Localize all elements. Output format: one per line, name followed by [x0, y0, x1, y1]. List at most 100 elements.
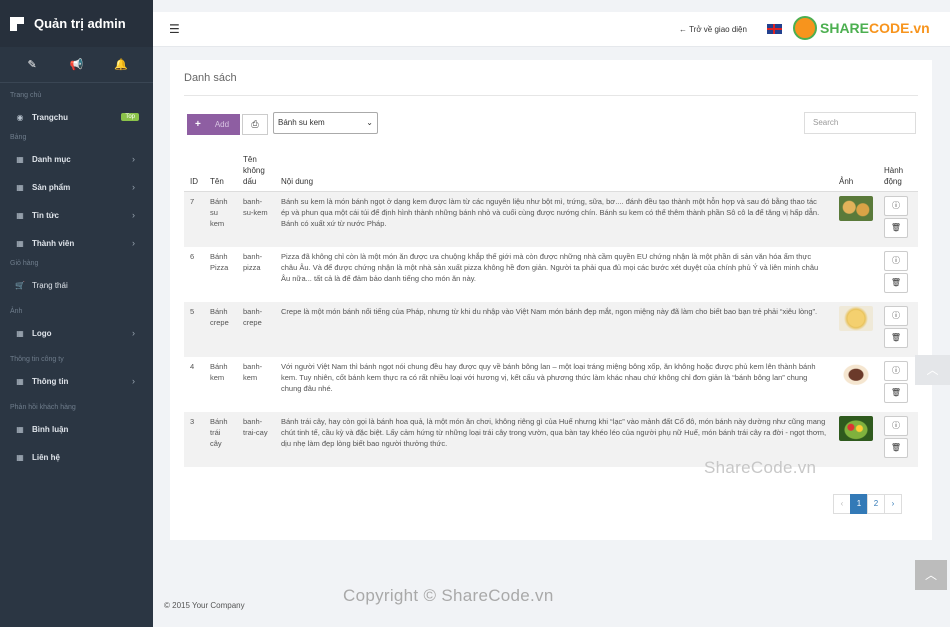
cell-actions: ⓘ 🗑 — [878, 247, 918, 302]
brand[interactable]: Quản trị admin — [0, 0, 153, 47]
col-id[interactable]: ID — [184, 152, 204, 192]
bell-icon[interactable]: 🔔 — [111, 58, 131, 71]
crepe-image — [839, 305, 873, 331]
section-company: Thông tin công ty — [10, 356, 64, 363]
cream-puff-image — [839, 196, 873, 221]
cell-image — [833, 411, 878, 467]
scroll-top-button[interactable]: ︿ — [915, 560, 947, 590]
cell-actions: ⓘ 🗑 — [878, 191, 918, 247]
add-button[interactable]: + Add — [187, 114, 240, 135]
cell-id: 5 — [184, 301, 204, 357]
sidebar-item-label: Trạng thái — [32, 280, 68, 290]
section-tables: Bảng — [10, 134, 27, 141]
cell-slug: banh-kem — [243, 361, 263, 382]
sidebar-item-contact[interactable]: ▦ Liên hệ — [0, 443, 153, 471]
sidebar-item-label: Thành viên — [32, 238, 75, 248]
chevron-right-icon: › — [132, 154, 135, 164]
sidebar-item-label: Logo — [32, 328, 52, 338]
sidebar-item-product[interactable]: ▦ Sản phẩm › — [0, 173, 153, 201]
page-1-button[interactable]: 1 — [850, 494, 868, 514]
divider — [184, 95, 918, 96]
table-row: 4 Bánh kem banh-kem Với người Việt Nam t… — [184, 357, 918, 412]
col-image[interactable]: Ảnh — [833, 152, 878, 192]
sidebar-item-label: Sản phẩm — [32, 182, 71, 192]
cell-id: 4 — [190, 361, 195, 371]
sidebar-item-news[interactable]: ▦ Tin tức › — [0, 201, 153, 229]
info-button[interactable]: ⓘ — [884, 250, 908, 271]
cell-image — [833, 357, 878, 412]
cell-slug: banh-su-kem — [237, 191, 275, 247]
page-2-button[interactable]: 2 — [867, 494, 885, 514]
info-button[interactable]: ⓘ — [884, 360, 908, 381]
info-button[interactable]: ⓘ — [884, 196, 908, 216]
cell-name: Bánh trái cây — [204, 411, 237, 467]
search-input[interactable]: Search — [804, 112, 916, 134]
chevron-right-icon: › — [132, 182, 135, 192]
sidebar-item-comments[interactable]: ▦ Bình luận — [0, 415, 153, 443]
top-badge: Top — [121, 113, 139, 121]
sidebar-item-label: Liên hệ — [32, 452, 61, 462]
table-row: 6 Bánh Pizza banh-pizza Pizza đã không c… — [184, 247, 918, 302]
language-flag-icon[interactable] — [767, 24, 782, 34]
bullhorn-icon[interactable]: 📢 — [66, 58, 86, 71]
cell-actions: ⓘ 🗑 — [878, 301, 918, 357]
section-cart: Giỏ hàng — [10, 260, 39, 267]
delete-button[interactable]: 🗑 — [884, 272, 908, 293]
print-button[interactable]: ⎙ — [242, 114, 268, 135]
table-row: 7 Bánh su kem banh-su-kem Bánh su kem là… — [184, 191, 918, 247]
cell-slug: banh-crepe — [237, 301, 275, 357]
sharecode-logo-icon — [793, 16, 817, 40]
fruit-cake-image — [839, 415, 873, 441]
next-page-button[interactable]: › — [884, 494, 902, 514]
table-icon: ▦ — [16, 154, 24, 164]
cell-actions: ⓘ 🗑 — [878, 411, 918, 467]
plus-icon: + — [195, 119, 201, 130]
sharecode-logo: SHARECODE.vn — [793, 12, 930, 44]
sidebar: Quản trị admin ✎ 📢 🔔 Trang chủ ◉ Trangch… — [0, 0, 153, 627]
watermark: Copyright © ShareCode.vn — [343, 586, 554, 605]
cell-id: 7 — [184, 191, 204, 247]
col-actions: Hành động — [878, 152, 918, 192]
cell-slug: banh-trai-cay — [237, 411, 275, 467]
cell-image — [833, 191, 878, 247]
chevron-down-icon: ⌄ — [366, 118, 373, 127]
col-slug[interactable]: Tên không dấu — [237, 152, 275, 192]
sidebar-item-label: Trangchu — [32, 112, 69, 122]
cell-id: 3 — [184, 411, 204, 467]
sidebar-item-home[interactable]: ◉ Trangchu Top — [0, 103, 153, 131]
sidebar-item-status[interactable]: 🛒 Trạng thái — [0, 271, 153, 299]
chevron-up-icon: ︿ — [926, 363, 939, 377]
col-content[interactable]: Nội dung — [275, 152, 833, 192]
brand-logo-icon — [10, 16, 24, 31]
sidebar-item-category[interactable]: ▦ Danh mục › — [0, 145, 153, 173]
section-home: Trang chủ — [10, 92, 42, 99]
section-image: Ảnh — [10, 308, 23, 315]
delete-button[interactable]: 🗑 — [884, 327, 908, 348]
table-header-row: ID Tên Tên không dấu Nội dung Ảnh Hành đ… — [184, 152, 918, 192]
info-button[interactable]: ⓘ — [884, 305, 908, 326]
category-select[interactable]: Bánh su kem ⌄ — [273, 112, 378, 134]
delete-button[interactable]: 🗑 — [884, 382, 908, 403]
back-to-site-link[interactable]: ← Trở về giao diện — [679, 25, 747, 34]
cell-slug: banh-pizza — [243, 251, 263, 272]
scroll-top-button[interactable]: ︿ — [915, 355, 950, 385]
category-select-value: Bánh su kem — [278, 118, 325, 127]
info-button[interactable]: ⓘ — [884, 415, 908, 436]
chevron-right-icon: › — [132, 328, 135, 338]
cell-name: Bánh kem — [210, 361, 228, 382]
menu-toggle-icon[interactable]: ☰ — [169, 22, 180, 36]
table-icon: ▦ — [16, 452, 24, 462]
sidebar-item-logo[interactable]: ▦ Logo › — [0, 319, 153, 347]
sidebar-item-member[interactable]: ▦ Thành viên › — [0, 229, 153, 257]
sidebar-item-label: Bình luận — [32, 424, 69, 434]
col-name[interactable]: Tên — [204, 152, 237, 192]
cart-icon: 🛒 — [15, 280, 25, 290]
delete-button[interactable]: 🗑 — [884, 437, 908, 458]
table-icon: ▦ — [16, 376, 24, 386]
magic-wand-icon[interactable]: ✎ — [22, 58, 42, 71]
delete-button[interactable]: 🗑 — [884, 218, 908, 238]
chevron-up-icon: ︿ — [924, 568, 937, 582]
table-icon: ▦ — [16, 210, 24, 220]
sidebar-item-info[interactable]: ▦ Thông tin › — [0, 367, 153, 395]
prev-page-button[interactable]: ‹ — [833, 494, 851, 514]
